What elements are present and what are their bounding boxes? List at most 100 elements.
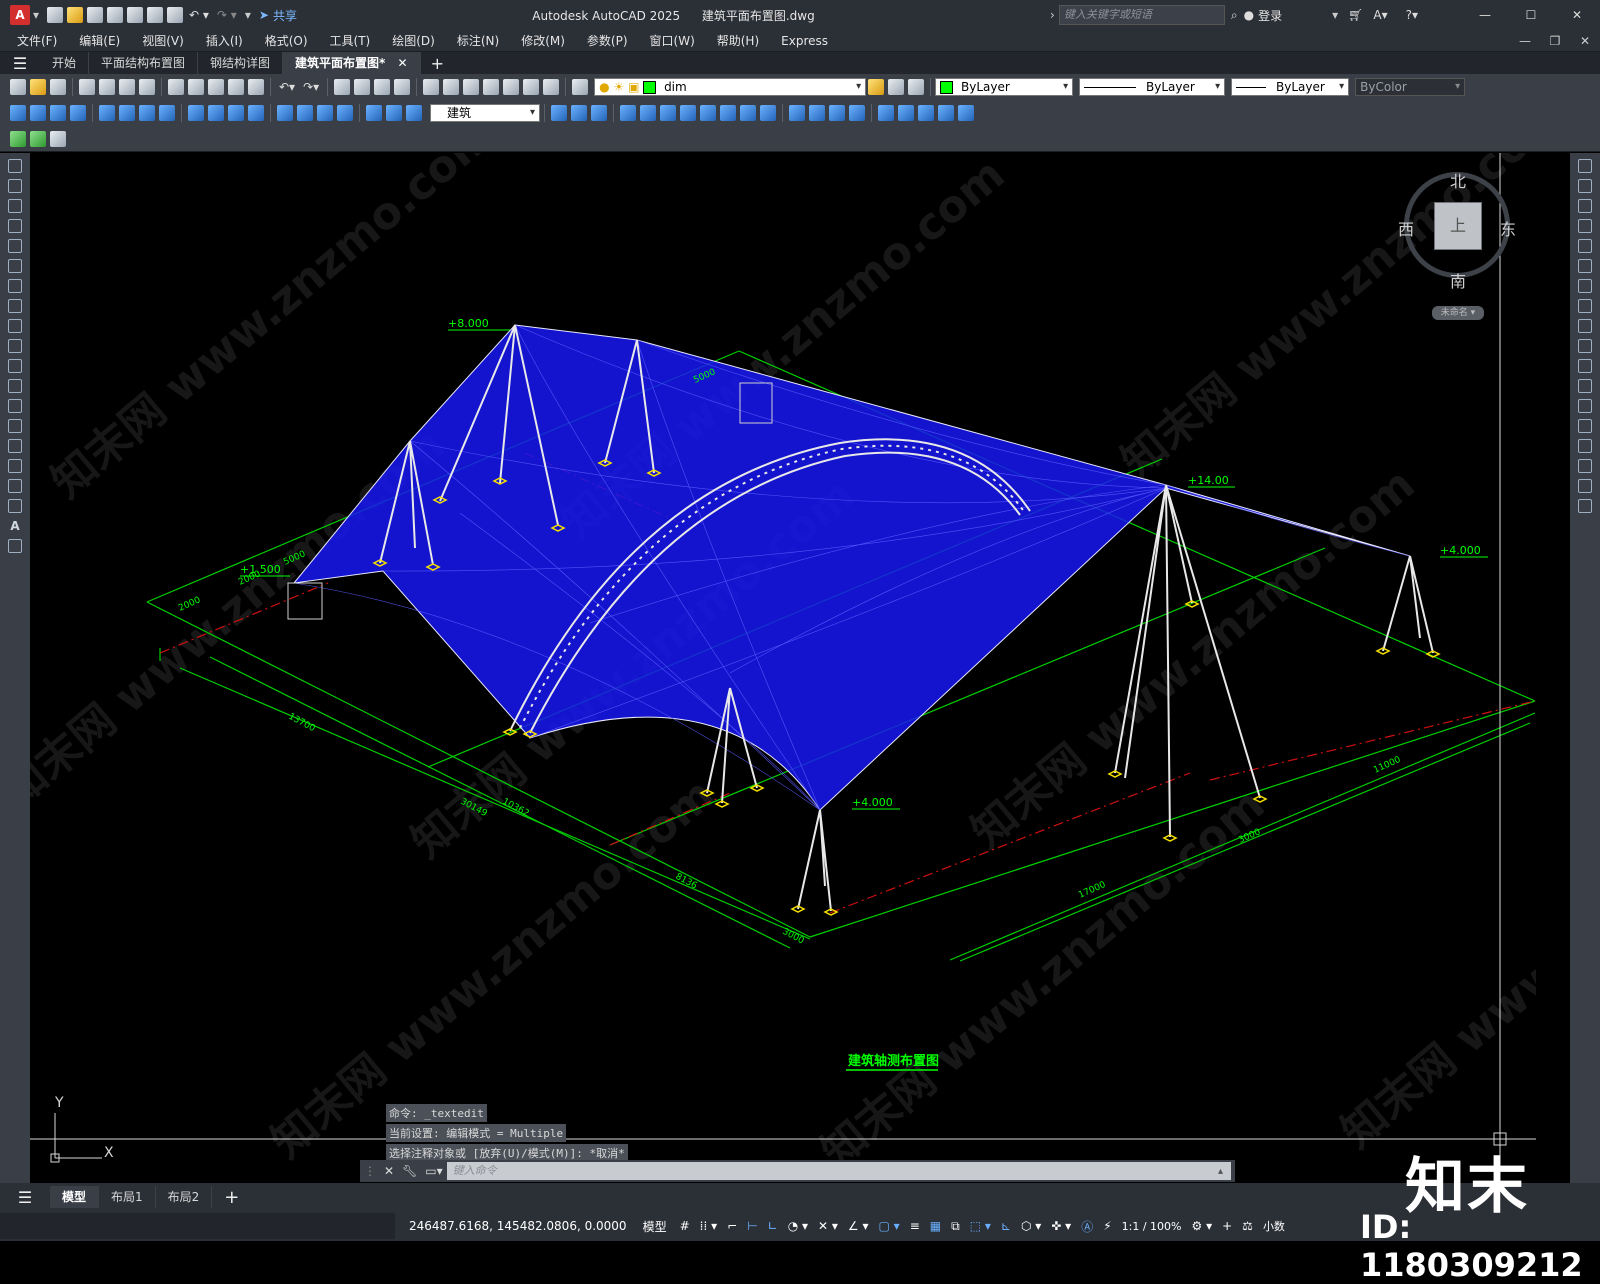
- annotation-visibility-icon[interactable]: Ⓐ: [1081, 1218, 1093, 1235]
- 3dprint-icon[interactable]: [139, 79, 155, 95]
- rectangle-icon[interactable]: [8, 239, 22, 253]
- polar-tracking-icon[interactable]: ◔ ▾: [788, 1219, 808, 1233]
- new-file-icon[interactable]: [47, 7, 64, 23]
- mtext-icon[interactable]: A: [0, 519, 30, 533]
- command-recent-icon[interactable]: ▭▾: [425, 1164, 442, 1178]
- menu-view[interactable]: 视图(V): [131, 32, 195, 49]
- polyline-icon[interactable]: [8, 199, 22, 213]
- modeling-wedge-icon[interactable]: [571, 105, 587, 121]
- sweep-icon[interactable]: [660, 105, 676, 121]
- cut-icon[interactable]: [168, 79, 184, 95]
- intersect-icon[interactable]: [760, 105, 776, 121]
- make-block-icon[interactable]: [8, 399, 22, 413]
- ellipse-arc-icon[interactable]: [8, 359, 22, 373]
- quick-dim-icon[interactable]: [188, 105, 204, 121]
- match-properties-icon[interactable]: [228, 79, 244, 95]
- array-icon[interactable]: [1578, 239, 1592, 253]
- offset-icon[interactable]: [1578, 219, 1592, 233]
- viewcube-east[interactable]: 东: [1500, 216, 1516, 240]
- break-icon[interactable]: [1578, 399, 1592, 413]
- qnew-icon[interactable]: [10, 79, 26, 95]
- menu-file[interactable]: 文件(F): [6, 32, 68, 49]
- dim-linear-icon[interactable]: [10, 105, 26, 121]
- command-grip-icon[interactable]: ⋮: [364, 1164, 376, 1178]
- create-block-icon[interactable]: [30, 130, 46, 147]
- 3d-align-icon[interactable]: [829, 105, 845, 121]
- menu-help[interactable]: 帮助(H): [706, 32, 770, 49]
- jogged-linear-icon[interactable]: [337, 105, 353, 121]
- viewcube-face-top[interactable]: 上: [1434, 202, 1482, 250]
- pan-icon[interactable]: [334, 79, 351, 95]
- paste-icon[interactable]: [208, 79, 224, 95]
- calculator-icon[interactable]: [523, 79, 540, 95]
- ucs-face-icon[interactable]: [938, 105, 954, 121]
- ellipse-icon[interactable]: [8, 339, 22, 353]
- snap-icon[interactable]: ⁞⁞ ▾: [700, 1219, 717, 1233]
- help-tool-icon[interactable]: [543, 79, 560, 95]
- explode-icon[interactable]: [1578, 499, 1592, 513]
- subtract-icon[interactable]: [740, 105, 756, 121]
- viewcube[interactable]: 上 北 南 西 东 未命名 ▾: [1398, 168, 1524, 320]
- lineweight-dropdown[interactable]: ByLayer ▾: [1231, 78, 1350, 96]
- user-icon[interactable]: ●: [1244, 8, 1254, 22]
- undo-icon[interactable]: ↶ ▾: [189, 8, 209, 22]
- tab-floor-structure-plan[interactable]: 平面结构布置图: [89, 52, 199, 74]
- cursor-coordinates[interactable]: 246487.6168, 145482.0806, 0.0000: [409, 1219, 627, 1233]
- loft-icon[interactable]: [700, 105, 716, 121]
- gizmo-icon[interactable]: ✜ ▾: [1051, 1219, 1071, 1233]
- dim-arc-icon[interactable]: [50, 105, 66, 121]
- break-point-icon[interactable]: [1578, 379, 1592, 393]
- login-caret-icon[interactable]: ▾: [1332, 8, 1338, 22]
- share-button[interactable]: 共享: [273, 7, 297, 24]
- 3d-osnap-icon[interactable]: ⬚ ▾: [970, 1219, 991, 1233]
- doc-minimize-button[interactable]: —: [1510, 34, 1540, 48]
- insert-icon[interactable]: [8, 379, 22, 393]
- lineweight-icon[interactable]: ≡: [910, 1219, 920, 1233]
- search-input[interactable]: 键入关键字或短语: [1058, 5, 1225, 25]
- dim-text-edit-icon[interactable]: [386, 105, 402, 121]
- menu-express[interactable]: Express: [770, 34, 839, 48]
- layer-properties-icon[interactable]: [572, 79, 589, 95]
- menu-insert[interactable]: 插入(I): [195, 32, 254, 49]
- dim-baseline-icon[interactable]: [208, 105, 224, 121]
- menu-parametric[interactable]: 参数(P): [576, 32, 639, 49]
- chamfer-icon[interactable]: [1578, 439, 1592, 453]
- tab-close-icon[interactable]: ✕: [398, 56, 408, 70]
- 3d-rotate-icon[interactable]: [809, 105, 825, 121]
- selection-filter-icon[interactable]: ⬡ ▾: [1021, 1219, 1041, 1233]
- 3d-array-icon[interactable]: [849, 105, 865, 121]
- menu-window[interactable]: 窗口(W): [639, 32, 706, 49]
- app-menu-caret-icon[interactable]: ▾: [33, 8, 39, 22]
- command-history-toggle-icon[interactable]: ▴: [1218, 1166, 1223, 1177]
- viewcube-north[interactable]: 北: [1450, 168, 1466, 192]
- menu-edit[interactable]: 编辑(E): [68, 32, 131, 49]
- maximize-button[interactable]: ☐: [1508, 8, 1554, 22]
- hatch-icon[interactable]: [8, 439, 22, 453]
- annotation-scale[interactable]: 1:1 / 100%: [1122, 1220, 1182, 1233]
- ucs-icon[interactable]: [878, 105, 894, 121]
- tab-steel-detail[interactable]: 钢结构详图: [198, 52, 284, 74]
- viewcube-west[interactable]: 西: [1398, 216, 1414, 240]
- layer-previous-icon[interactable]: [888, 79, 905, 95]
- transparency-icon[interactable]: ▦: [930, 1219, 941, 1233]
- line-icon[interactable]: [8, 159, 22, 173]
- save-icon[interactable]: [87, 7, 104, 23]
- ucs-world-icon[interactable]: [898, 105, 914, 121]
- object-snap-tracking-icon[interactable]: ∠ ▾: [848, 1219, 869, 1233]
- object-snap-icon[interactable]: ▢ ▾: [879, 1219, 900, 1233]
- tool-palettes-icon[interactable]: [463, 79, 480, 95]
- extrude-icon[interactable]: [620, 105, 636, 121]
- command-customize-icon[interactable]: 🔧︎: [402, 1164, 417, 1178]
- menu-format[interactable]: 格式(O): [254, 32, 319, 49]
- dynamic-ucs-icon[interactable]: ⊾: [1001, 1219, 1011, 1233]
- color-dropdown[interactable]: ByLayer ▾: [935, 78, 1074, 96]
- markup-icon[interactable]: [503, 79, 520, 95]
- save-tool-icon[interactable]: [50, 79, 66, 95]
- design-center-icon[interactable]: [443, 79, 460, 95]
- redo-tool-icon[interactable]: ↷▾: [303, 80, 319, 94]
- insert-block-icon[interactable]: [10, 130, 26, 147]
- rotate-icon[interactable]: [1578, 279, 1592, 293]
- plotstyle-dropdown[interactable]: ByColor ▾: [1355, 78, 1466, 96]
- minimize-button[interactable]: —: [1462, 8, 1508, 22]
- login-link[interactable]: 登录: [1258, 7, 1282, 24]
